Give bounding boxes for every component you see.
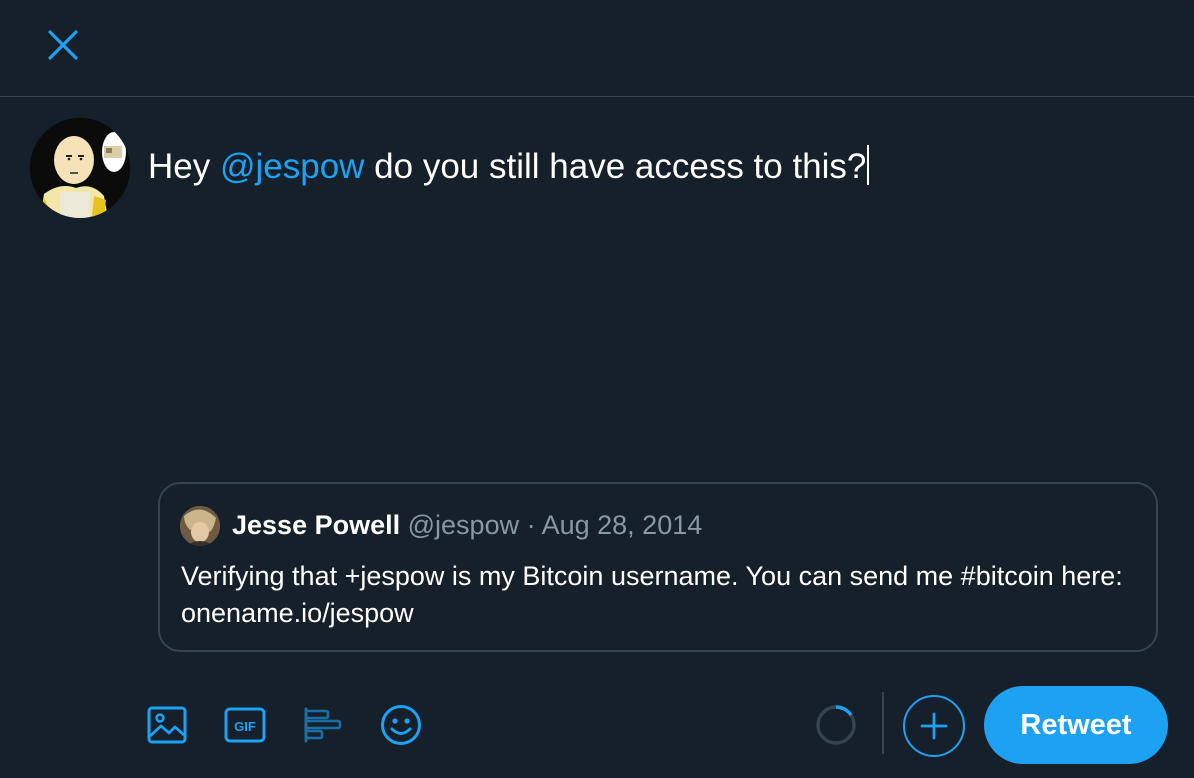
avatar-image xyxy=(30,118,130,218)
plus-icon xyxy=(920,712,948,740)
quoted-tweet-text: Verifying that +jespow is my Bitcoin use… xyxy=(181,561,1123,628)
poll-icon xyxy=(304,707,342,743)
quoted-author-name[interactable]: Jesse Powell xyxy=(232,510,400,540)
compose-textarea[interactable]: Hey @jespow do you still have access to … xyxy=(148,144,870,190)
retweet-compose-modal: Hey @jespow do you still have access to … xyxy=(0,0,1194,778)
media-button[interactable] xyxy=(142,700,192,750)
compose-text-before: Hey xyxy=(148,147,220,186)
emoji-icon xyxy=(381,705,421,745)
poll-button[interactable] xyxy=(298,700,348,750)
meta-separator: · xyxy=(519,510,542,540)
close-icon xyxy=(48,30,78,60)
character-count-progress xyxy=(816,705,856,745)
toolbar-divider xyxy=(882,692,884,754)
compose-text-after: do you still have access to this? xyxy=(364,147,867,186)
gif-icon: GIF xyxy=(224,707,266,743)
retweet-button[interactable]: Retweet xyxy=(984,686,1168,764)
quoted-tweet-date[interactable]: Aug 28, 2014 xyxy=(542,510,703,540)
gif-button[interactable]: GIF xyxy=(220,700,270,750)
compose-mention[interactable]: @jespow xyxy=(220,147,364,186)
gif-label: GIF xyxy=(234,719,256,734)
modal-header xyxy=(0,0,1194,97)
image-icon xyxy=(147,706,187,744)
add-tweet-button[interactable] xyxy=(903,695,965,757)
quoted-avatar-image xyxy=(180,506,220,546)
quoted-tweet-avatar xyxy=(180,506,220,546)
quoted-tweet-header: Jesse Powell @jespow · Aug 28, 2014 xyxy=(232,508,702,542)
text-caret xyxy=(867,145,870,185)
emoji-button[interactable] xyxy=(376,700,426,750)
quoted-tweet-card[interactable]: Jesse Powell @jespow · Aug 28, 2014 Veri… xyxy=(158,482,1158,652)
user-avatar[interactable] xyxy=(30,118,130,218)
quoted-author-handle[interactable]: @jespow xyxy=(408,510,519,540)
close-button[interactable] xyxy=(33,15,93,75)
